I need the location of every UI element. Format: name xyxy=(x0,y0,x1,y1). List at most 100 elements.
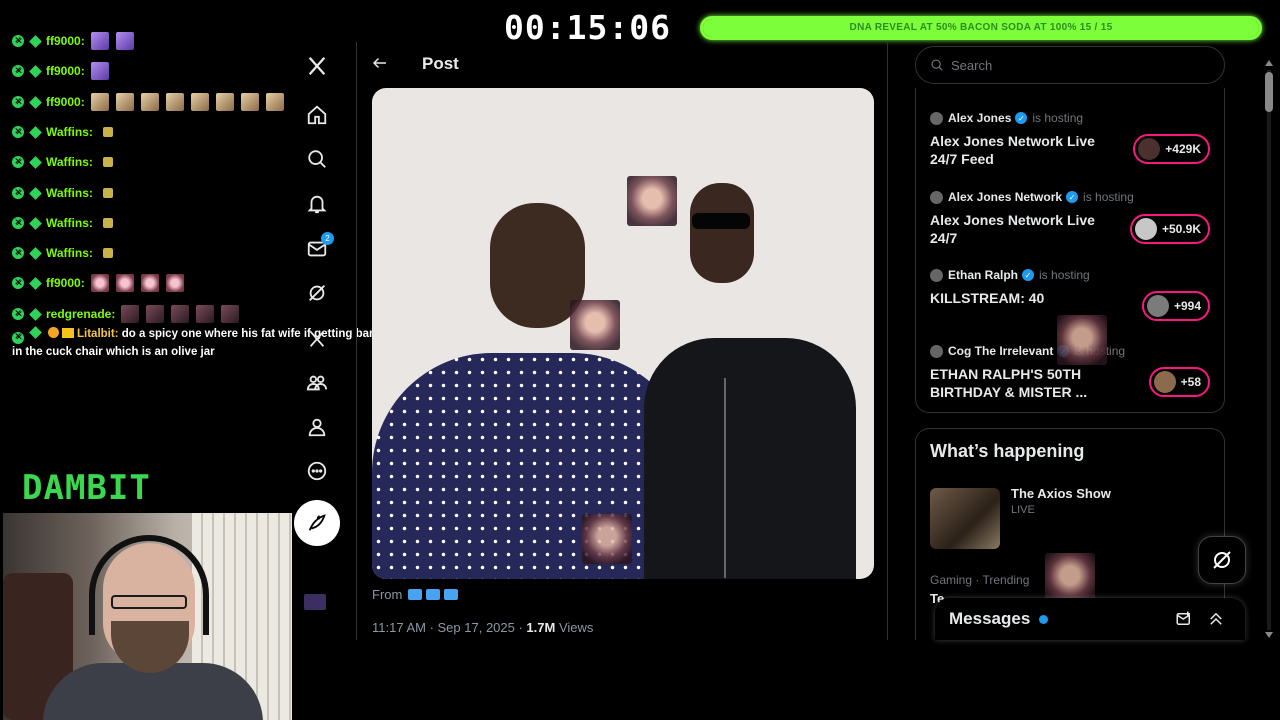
chat-close-icon: ✕ xyxy=(12,156,24,168)
verified-badge-icon: ✓ xyxy=(1022,269,1035,281)
back-arrow-icon[interactable] xyxy=(371,54,391,74)
hosting-status: is hosting xyxy=(1032,111,1084,125)
chat-emote xyxy=(165,93,184,111)
messages-badge: 2 xyxy=(321,232,334,245)
host-name: Alex Jones Network xyxy=(948,190,1063,204)
verified-badge-icon: ✓ xyxy=(1066,191,1079,203)
chat-emote xyxy=(115,93,134,111)
listeners-pill[interactable]: +994 xyxy=(1141,291,1210,321)
chat-emote xyxy=(215,93,234,111)
chat-line: ✕ redgrenade: xyxy=(12,304,246,324)
chat-badge-icon xyxy=(29,326,42,339)
chat-emote xyxy=(102,157,113,167)
page-scrollbar[interactable] xyxy=(1262,60,1276,640)
search-box[interactable] xyxy=(915,46,1225,84)
chat-badge-icon xyxy=(29,34,42,48)
chevron-up-icon[interactable] xyxy=(1207,610,1225,628)
compose-icon xyxy=(308,514,326,531)
premium-icon[interactable] xyxy=(304,326,330,352)
event-name[interactable]: The Axios Show xyxy=(1011,486,1111,501)
listeners-pill[interactable]: +429K xyxy=(1133,134,1210,164)
chat-emote xyxy=(190,93,209,111)
explore-icon[interactable] xyxy=(304,146,330,172)
chat-emote xyxy=(221,305,240,323)
post-image[interactable] xyxy=(372,88,874,579)
messages-drawer[interactable]: Messages xyxy=(935,598,1245,640)
chat-badge-icon xyxy=(29,246,42,260)
account-avatar[interactable] xyxy=(304,594,326,610)
chat-username: Waffins: xyxy=(46,216,93,230)
x-logo-icon[interactable] xyxy=(304,53,330,79)
folder-icon xyxy=(444,589,459,600)
chat-username: ff9000: xyxy=(46,276,85,290)
listener-count: +994 xyxy=(1173,299,1201,313)
host-name: Cog The Irrelevant xyxy=(948,344,1054,358)
host-name: Ethan Ralph xyxy=(948,268,1019,282)
chat-close-icon: ✕ xyxy=(12,65,24,77)
new-message-icon[interactable] xyxy=(1175,610,1193,628)
host-avatar xyxy=(930,344,943,358)
goal-progress-label: DNA REVEAL AT 50% BACON SODA AT 100% 15 … xyxy=(849,22,1113,33)
chat-emote xyxy=(90,93,109,111)
chat-emote xyxy=(102,188,113,198)
views-label: Views xyxy=(555,620,594,635)
overlay-sticker xyxy=(1057,315,1107,365)
scrollbar-thumb[interactable] xyxy=(1265,72,1273,112)
overlay-sticker xyxy=(570,300,620,350)
home-icon[interactable] xyxy=(304,102,330,128)
messages-icon[interactable]: 2 xyxy=(304,232,334,262)
chat-username: ff9000: xyxy=(46,34,85,48)
chat-line: ✕ ff9000: xyxy=(12,31,141,51)
listeners-pill[interactable]: +50.9K xyxy=(1129,214,1210,244)
search-input[interactable] xyxy=(951,57,1201,73)
chat-badge-icon xyxy=(29,307,42,321)
unread-dot xyxy=(1039,615,1048,624)
chat-emote xyxy=(196,305,215,323)
host-line: Ethan Ralph ✓ is hosting xyxy=(930,267,1220,283)
compose-post-button[interactable] xyxy=(294,500,340,546)
goal-progress-bar: DNA REVEAL AT 50% BACON SODA AT 100% 15 … xyxy=(700,16,1262,40)
chat-close-icon: ✕ xyxy=(12,277,24,289)
host-line: Alex Jones Network ✓ is hosting xyxy=(930,189,1220,205)
chat-close-icon: ✕ xyxy=(12,187,24,199)
communities-icon[interactable] xyxy=(304,370,330,396)
grok-icon[interactable] xyxy=(304,280,330,306)
grok-button[interactable] xyxy=(1198,536,1246,584)
listener-count: +58 xyxy=(1180,375,1201,389)
chat-username: Waffins: xyxy=(46,186,93,200)
listener-avatar xyxy=(1134,218,1157,240)
verified-badge-icon: ✓ xyxy=(1015,112,1028,124)
page-title: Post xyxy=(422,54,459,73)
views-count: 1.7M xyxy=(526,620,556,635)
chat-username: ff9000: xyxy=(46,64,85,78)
chat-line: ✕ Waffins: xyxy=(12,213,120,233)
chat-close-icon: ✕ xyxy=(12,247,24,259)
host-avatar xyxy=(930,111,943,125)
chat-line: ✕ ff9000: xyxy=(12,61,116,81)
webcam-feed xyxy=(3,513,292,720)
chat-badge-icon xyxy=(29,125,42,139)
profile-icon[interactable] xyxy=(304,414,330,440)
post-timestamp: 11:17 AM · Sep 17, 2025 · xyxy=(372,620,527,635)
chat-emote xyxy=(102,218,113,228)
chat-username: Litalbit: xyxy=(77,328,119,340)
chat-username: Waffins: xyxy=(46,246,93,260)
hosting-status: is hosting xyxy=(1039,268,1090,282)
axios-thumbnail[interactable] xyxy=(930,488,1000,549)
post-source: From xyxy=(372,587,459,602)
overlay-sticker xyxy=(627,176,677,226)
host-avatar xyxy=(930,268,943,282)
smile-badge-icon xyxy=(48,327,59,338)
hosting-status: is hosting xyxy=(1083,190,1134,204)
notifications-icon[interactable] xyxy=(304,191,330,217)
chat-emote xyxy=(165,274,184,292)
chat-emote xyxy=(90,32,109,50)
chat-line: ✕ Waffins: xyxy=(12,243,120,263)
listeners-pill[interactable]: +58 xyxy=(1148,367,1210,397)
chat-overlay: ✕ ff9000: ✕ ff9000: ✕ ff9000: ✕ Waffins: ✕ Waffin… xyxy=(0,0,300,370)
more-icon[interactable] xyxy=(304,458,330,484)
chat-line: ✕ ff9000: xyxy=(12,92,291,112)
folder-icon xyxy=(426,589,441,600)
chat-emote xyxy=(102,127,113,137)
chat-username: Waffins: xyxy=(46,155,93,169)
